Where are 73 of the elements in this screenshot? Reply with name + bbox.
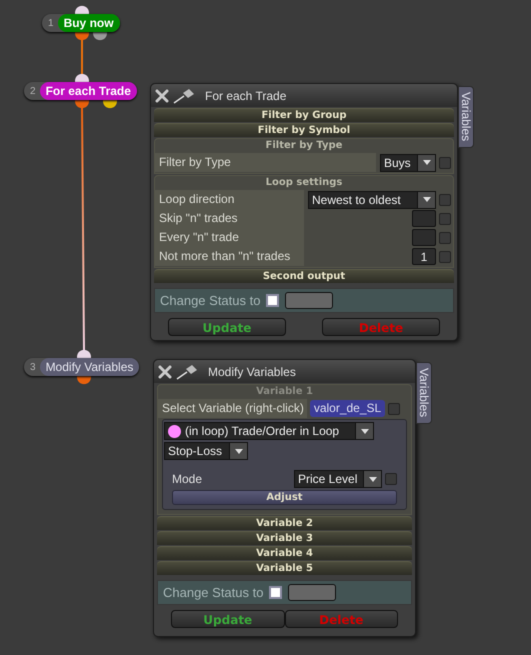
flow-node[interactable]: 3 Modify Variables (24, 358, 140, 376)
input-port[interactable] (75, 74, 89, 82)
flow-node[interactable]: 2 For each Trade (24, 82, 137, 100)
flow-node[interactable]: 1 Buy now (42, 14, 120, 32)
window-title: For each Trade (205, 88, 286, 104)
section-header[interactable]: Variable 5 (157, 561, 412, 575)
caret-icon (417, 192, 435, 208)
dropdown[interactable]: Price Level (294, 470, 382, 488)
output-port[interactable] (75, 100, 89, 108)
field-label: Change Status to (163, 584, 264, 602)
update-button[interactable]: Update (168, 318, 286, 336)
node-title[interactable]: For each Trade (40, 82, 137, 100)
section-header[interactable]: Filter by Group (154, 108, 454, 122)
side-tab[interactable]: Variables (416, 362, 432, 424)
close-icon[interactable] (155, 88, 169, 102)
checkbox[interactable] (439, 212, 451, 224)
input-field[interactable]: 1 (412, 248, 436, 265)
connector-line (81, 40, 83, 74)
pin-icon[interactable] (173, 88, 195, 104)
node-title[interactable]: Buy now (58, 14, 120, 32)
checkbox[interactable] (266, 294, 280, 307)
caret-icon (363, 471, 381, 487)
field-label: Change Status to (160, 292, 260, 310)
close-icon[interactable] (158, 364, 172, 378)
checkbox[interactable] (439, 156, 451, 168)
node-number: 3 (30, 360, 37, 374)
update-button[interactable]: Update (171, 610, 284, 628)
section-header[interactable]: Variable 3 (157, 531, 412, 545)
dropdown[interactable]: Stop-Loss (164, 442, 248, 460)
field-label: Loop direction (155, 190, 304, 209)
input-port[interactable] (77, 350, 91, 358)
dropdown[interactable]: Newest to oldest (308, 190, 436, 208)
color-swatch[interactable] (285, 292, 334, 309)
dropdown[interactable]: Buys (380, 154, 436, 172)
field-label: Skip "n" trades (155, 209, 304, 228)
section-header[interactable]: Variable 2 (157, 516, 412, 530)
node-number: 1 (48, 16, 55, 30)
output-port[interactable] (103, 100, 117, 108)
output-port[interactable] (77, 376, 91, 384)
variable-chip[interactable]: valor_de_SL (310, 400, 386, 417)
input-port[interactable] (75, 6, 89, 14)
checkbox[interactable] (388, 402, 400, 414)
caret-icon (355, 423, 373, 439)
field-label: Every "n" trade (155, 228, 304, 247)
section-header[interactable]: Filter by Symbol (154, 123, 454, 137)
checkbox[interactable] (385, 473, 397, 485)
output-port[interactable] (93, 32, 107, 40)
pin-icon[interactable] (176, 364, 198, 380)
input-field[interactable] (412, 210, 436, 227)
window-title: Modify Variables (208, 364, 296, 380)
caret-icon (417, 154, 435, 170)
field-label: Not more than "n" trades (155, 247, 304, 266)
checkbox[interactable] (439, 194, 451, 206)
checkbox[interactable] (269, 586, 282, 599)
side-tab[interactable]: Variables (458, 86, 474, 148)
group-title: Loop settings (264, 176, 344, 190)
node-title[interactable]: Modify Variables (40, 358, 140, 376)
input-field[interactable] (412, 229, 436, 246)
checkbox[interactable] (439, 232, 451, 244)
adjust-button[interactable]: Adjust (172, 490, 397, 505)
output-port[interactable] (75, 32, 89, 40)
field-label: Select Variable (right-click) (158, 399, 307, 418)
section-header[interactable]: Variable 4 (157, 546, 412, 560)
checkbox[interactable] (439, 250, 451, 262)
caret-icon (229, 443, 247, 459)
group-title: Variable 1 (255, 385, 314, 399)
color-swatch[interactable] (288, 584, 336, 601)
field-label: Mode (172, 471, 202, 488)
group-title: Filter by Type (264, 139, 344, 153)
dropdown[interactable]: (in loop) Trade/Order in Loop (164, 422, 374, 440)
field-label: Filter by Type (155, 153, 376, 172)
section-header[interactable]: Second output (154, 269, 454, 283)
node-number: 2 (30, 84, 37, 98)
